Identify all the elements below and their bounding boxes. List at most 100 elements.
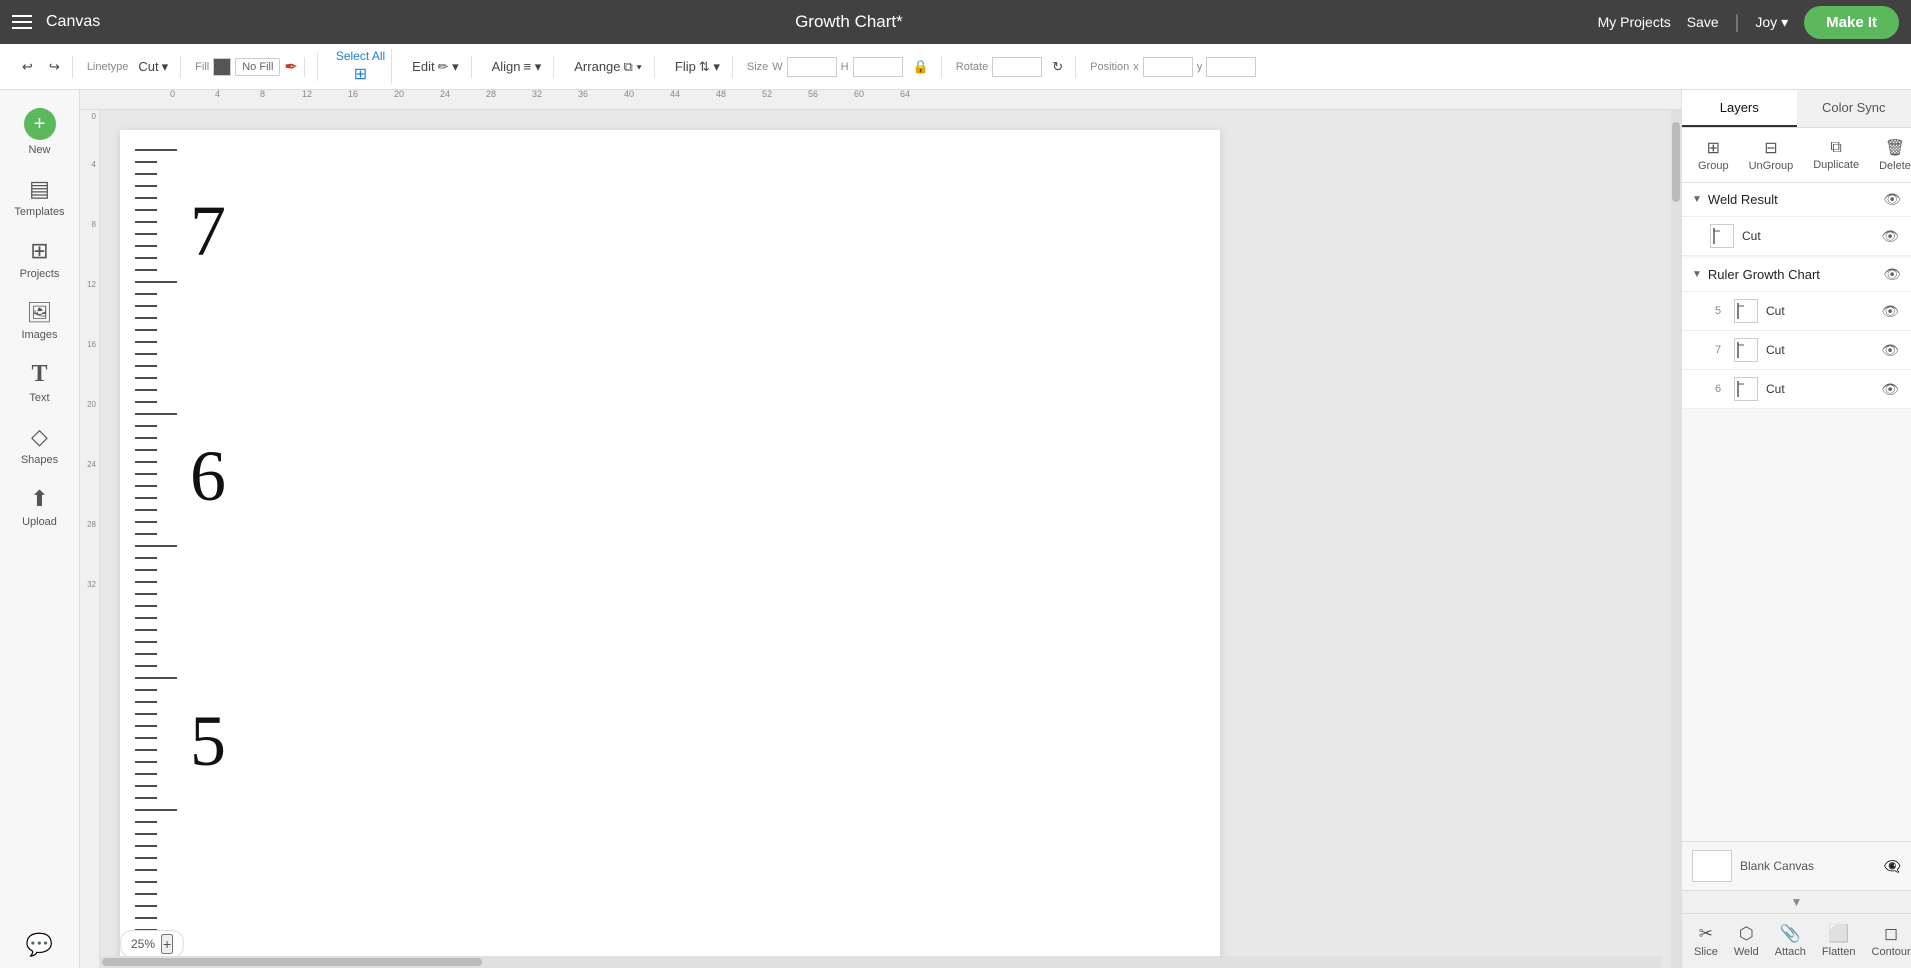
cut3-badge: 7 xyxy=(1710,344,1726,356)
doc-title: Growth Chart* xyxy=(795,12,903,32)
layer-item-cut1[interactable]: Cut 👁 xyxy=(1682,217,1911,256)
user-name-label: Joy xyxy=(1755,14,1777,30)
chevron-down-icon: ▾ xyxy=(1781,14,1788,31)
rotate-icon[interactable]: ↻ xyxy=(1046,56,1069,78)
select-all-group: Select All ⊞ xyxy=(330,49,392,84)
lock-aspect-icon[interactable]: 🔒 xyxy=(907,56,935,78)
weld-button[interactable]: ⬡ Weld xyxy=(1728,920,1765,962)
projects-icon: ⊞ xyxy=(30,238,48,264)
layer-item-cut2[interactable]: 5 Cut 👁 xyxy=(1682,292,1911,331)
weld-result-visibility-icon[interactable]: 👁 xyxy=(1883,191,1901,208)
layer-item-cut4[interactable]: 6 Cut 👁 xyxy=(1682,370,1911,409)
bottom-toolbar: ✂ Slice ⬡ Weld 📎 Attach ⬜ Flatten ◻ Cont… xyxy=(1682,913,1911,968)
sidebar-item-shapes[interactable]: ◇ Shapes xyxy=(0,414,79,476)
my-projects-button[interactable]: My Projects xyxy=(1598,14,1671,30)
y-label: y xyxy=(1197,61,1203,73)
tab-color-sync[interactable]: Color Sync xyxy=(1797,90,1911,127)
no-fill-button[interactable]: No Fill xyxy=(235,58,280,76)
cut2-badge: 5 xyxy=(1710,305,1726,317)
header-center: Growth Chart* xyxy=(100,12,1597,32)
right-panel: Layers Color Sync ⊞ Group ⊟ UnGroup ⧉ Du… xyxy=(1681,90,1911,968)
y-input[interactable] xyxy=(1206,57,1256,77)
ruler-h-mark-60: 60 xyxy=(854,90,864,99)
attach-button[interactable]: 📎 Attach xyxy=(1769,920,1812,962)
h-scrollbar-thumb[interactable] xyxy=(102,958,482,966)
size-group: Size W H 🔒 xyxy=(741,56,942,78)
sidebar-item-projects[interactable]: ⊞ Projects xyxy=(0,228,79,290)
save-button[interactable]: Save xyxy=(1687,14,1719,30)
ruler-h-mark-16: 16 xyxy=(348,90,358,99)
rotate-input[interactable] xyxy=(992,57,1042,77)
upload-icon: ⬆ xyxy=(30,486,48,512)
duplicate-button[interactable]: ⧉ Duplicate xyxy=(1805,135,1867,175)
arrange-button[interactable]: Arrange ⧉ ▾ xyxy=(568,56,648,78)
toolbar-divider xyxy=(317,53,318,81)
slice-button[interactable]: ✂ Slice xyxy=(1688,920,1724,962)
group-button[interactable]: ⊞ Group xyxy=(1690,134,1737,176)
width-input[interactable] xyxy=(787,57,837,77)
sidebar-item-upload[interactable]: ⬆ Upload xyxy=(0,476,79,538)
v-scrollbar-thumb[interactable] xyxy=(1672,122,1680,202)
blank-canvas-thumbnail xyxy=(1692,850,1732,882)
size-label: Size xyxy=(747,61,768,73)
ruler-growth-chart-name: Ruler Growth Chart xyxy=(1708,267,1877,282)
vertical-scrollbar[interactable] xyxy=(1671,110,1681,968)
ungroup-button[interactable]: ⊟ UnGroup xyxy=(1741,134,1802,176)
sidebar-item-images[interactable]: 🖼 Images xyxy=(0,290,79,351)
hamburger-menu-icon[interactable] xyxy=(12,15,32,29)
cut4-visibility-icon[interactable]: 👁 xyxy=(1881,381,1899,398)
canvas-area: 0 4 8 12 16 20 24 28 32 36 40 44 48 52 5… xyxy=(80,90,1681,968)
edit-button[interactable]: Edit ✏ ▾ xyxy=(406,56,464,78)
flatten-button[interactable]: ⬜ Flatten xyxy=(1816,920,1862,962)
redo-button[interactable]: ↪ xyxy=(43,56,66,78)
delete-button[interactable]: 🗑 Delete xyxy=(1871,134,1911,176)
x-label: x xyxy=(1133,61,1139,73)
group-icon: ⊞ xyxy=(1707,138,1720,158)
cut1-visibility-icon[interactable]: 👁 xyxy=(1881,228,1899,245)
main-toolbar: ↩ ↪ Linetype Cut ▾ Fill No Fill ✒ Select… xyxy=(0,44,1911,90)
cut2-visibility-icon[interactable]: 👁 xyxy=(1881,303,1899,320)
scroll-down-icon[interactable]: ▼ xyxy=(1791,895,1803,909)
layer-item-cut3[interactable]: 7 Cut 👁 xyxy=(1682,331,1911,370)
ruler-growth-chart-visibility-icon[interactable]: 👁 xyxy=(1883,266,1901,283)
horizontal-scrollbar[interactable] xyxy=(100,956,1661,968)
weld-result-header[interactable]: ▼ Weld Result 👁 xyxy=(1682,183,1911,217)
edit-group: Edit ✏ ▾ xyxy=(400,56,471,78)
ruler-h-mark-0: 0 xyxy=(170,90,175,99)
select-all-button[interactable]: Select All ⊞ xyxy=(336,49,385,84)
user-menu[interactable]: Joy ▾ xyxy=(1755,14,1788,31)
blank-canvas-hidden-icon[interactable]: 👁‍🗨 xyxy=(1884,858,1901,875)
ruler-h-mark-20: 20 xyxy=(394,90,404,99)
undo-redo-group: ↩ ↪ xyxy=(10,56,73,78)
horizontal-ruler: 0 4 8 12 16 20 24 28 32 36 40 44 48 52 5… xyxy=(80,90,1681,110)
align-button[interactable]: Align ≡ ▾ xyxy=(486,56,548,78)
tab-layers[interactable]: Layers xyxy=(1682,90,1797,127)
sidebar-text-label: Text xyxy=(29,392,49,404)
sidebar-item-new[interactable]: + New xyxy=(0,98,79,166)
canvas-viewport[interactable]: 7 6 5 25% + xyxy=(100,110,1671,968)
zoom-in-button[interactable]: + xyxy=(161,934,173,954)
contour-button[interactable]: ◻ Contour xyxy=(1866,920,1911,962)
ruler-growth-chart-header[interactable]: ▼ Ruler Growth Chart 👁 xyxy=(1682,258,1911,292)
undo-button[interactable]: ↩ xyxy=(16,56,39,78)
ruler-h-mark-32: 32 xyxy=(532,90,542,99)
linetype-dropdown[interactable]: Cut ▾ xyxy=(132,56,174,78)
chart-number-7: 7 xyxy=(190,191,226,271)
fill-color-swatch[interactable] xyxy=(213,58,231,76)
sidebar-projects-label: Projects xyxy=(20,268,60,280)
text-icon: T xyxy=(31,361,47,388)
ruler-h-mark-36: 36 xyxy=(578,90,588,99)
sidebar-item-templates[interactable]: ▤ Templates xyxy=(0,166,79,228)
x-input[interactable] xyxy=(1143,57,1193,77)
flip-icon: ⇅ ▾ xyxy=(699,59,720,75)
layers-list: ▼ Weld Result 👁 Cut 👁 ▼ Ruler Growth Cha… xyxy=(1682,183,1911,841)
cut3-visibility-icon[interactable]: 👁 xyxy=(1881,342,1899,359)
collapse-arrow-ruler-icon: ▼ xyxy=(1692,269,1702,280)
height-input[interactable] xyxy=(853,57,903,77)
canvas-background: 7 6 5 xyxy=(120,130,1220,968)
sidebar-item-text[interactable]: T Text xyxy=(0,351,79,414)
make-it-button[interactable]: Make It xyxy=(1804,6,1899,39)
flip-button[interactable]: Flip ⇅ ▾ xyxy=(669,56,726,78)
sidebar-item-chat[interactable]: 💬 xyxy=(0,922,79,968)
cut2-name: Cut xyxy=(1766,304,1873,318)
